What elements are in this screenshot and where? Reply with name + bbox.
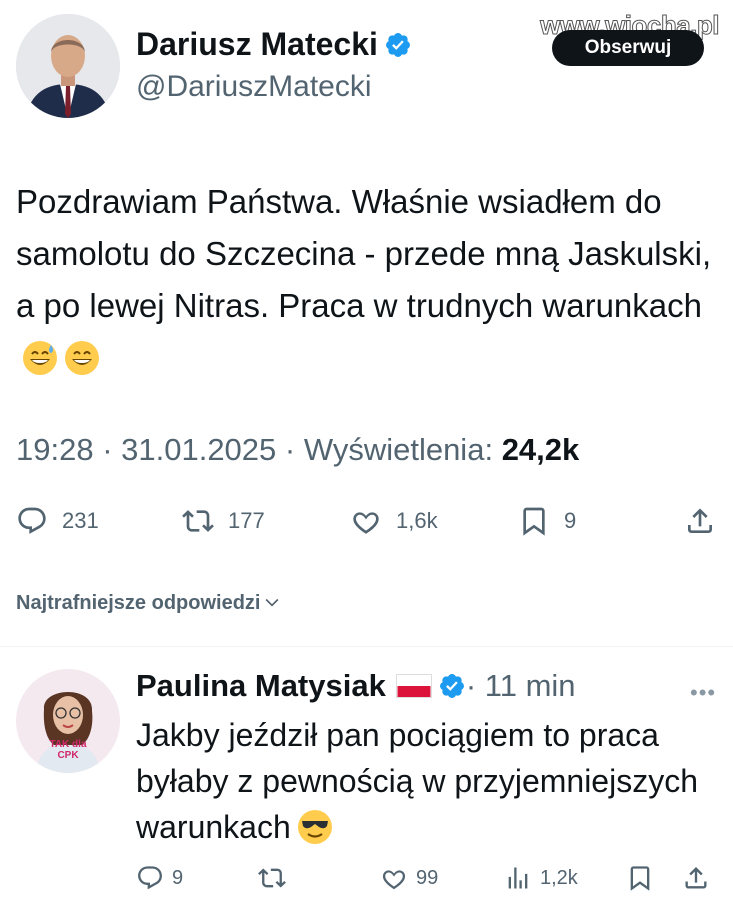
reply-views-count: 1,2k [540,866,578,889]
bookmark-button[interactable]: 9 [518,500,576,542]
bookmark-icon [523,507,545,536]
reply-author-avatar[interactable]: TAK dla CPK [16,669,120,773]
verified-badge-icon [439,674,464,698]
chevron-down-icon [266,598,279,607]
grinning-smile-emoji-icon [65,341,99,375]
views-label: Wyświetlenia: [303,432,494,467]
reply-share-button[interactable] [682,860,718,896]
replies-sort-dropdown[interactable]: Najtrafniejsze odpowiedzi [16,592,282,615]
heart-icon [353,512,379,534]
reply-retweet-button[interactable] [258,860,294,896]
replies-sort-label: Najtrafniejsze odpowiedzi [16,592,261,614]
reply-text: Jakby jeździł pan pociągiem to praca był… [136,717,698,845]
follow-button[interactable]: Obserwuj [552,30,704,66]
bookmark-count: 9 [564,508,577,533]
tweet-text: Pozdrawiam Państwa. Właśnie wsiadłem do … [16,183,712,324]
author-name-text: Dariusz Matecki [136,26,378,62]
reply-reply-button[interactable]: 9 [136,860,183,896]
reply-reply-count: 9 [172,866,184,889]
reply-header: Paulina Matysiak · 11 min [136,668,576,704]
analytics-icon [508,867,528,889]
sunglasses-emoji-icon [297,810,332,844]
reply-views-button[interactable]: 1,2k [504,860,578,896]
views-count: 24,2k [501,432,580,467]
more-options-icon[interactable]: ••• [690,680,716,706]
reply-body: Jakby jeździł pan pociągiem to praca był… [136,712,726,850]
bookmark-icon [630,866,650,891]
reply-actions: 9 99 1,2k [136,860,716,896]
share-icon [685,867,707,889]
section-divider [0,646,733,647]
reply-like-button[interactable]: 99 [380,860,438,896]
poland-flag-icon [395,674,432,698]
author-handle[interactable]: @DariuszMatecki [136,70,372,104]
reply-icon [138,866,162,890]
tweet-timestamp[interactable]: 19:28 · 31.01.2025 · [16,432,304,467]
heart-icon [382,870,406,890]
reply-button[interactable]: 231 [16,500,99,542]
reply-like-count: 99 [416,866,439,889]
verified-badge-icon [385,33,410,57]
share-icon [688,508,712,533]
reply-count: 231 [62,508,99,533]
retweet-button[interactable]: 177 [182,500,265,542]
tweet-body: Pozdrawiam Państwa. Właśnie wsiadłem do … [16,176,716,384]
author-avatar[interactable] [16,14,120,118]
tweet-actions: 231 177 1,6k 9 [16,500,718,542]
share-button[interactable] [684,500,730,542]
reply-author-name[interactable]: Paulina Matysiak [136,668,386,703]
avatar-shirt-slogan: TAK dla CPK [49,739,87,761]
reply-time[interactable]: · 11 min [466,668,576,703]
grinning-sweat-emoji-icon [23,341,57,375]
retweet-icon [182,510,214,532]
retweet-icon [258,868,286,888]
reply-icon [18,507,46,534]
like-count: 1,6k [396,508,438,533]
tweet-meta: 19:28 · 31.01.2025 · Wyświetlenia: 24,2k [16,432,579,468]
author-name[interactable]: Dariusz Matecki [136,26,412,63]
like-button[interactable]: 1,6k [350,500,438,542]
retweet-count: 177 [228,508,265,533]
reply-bookmark-button[interactable] [626,860,662,896]
